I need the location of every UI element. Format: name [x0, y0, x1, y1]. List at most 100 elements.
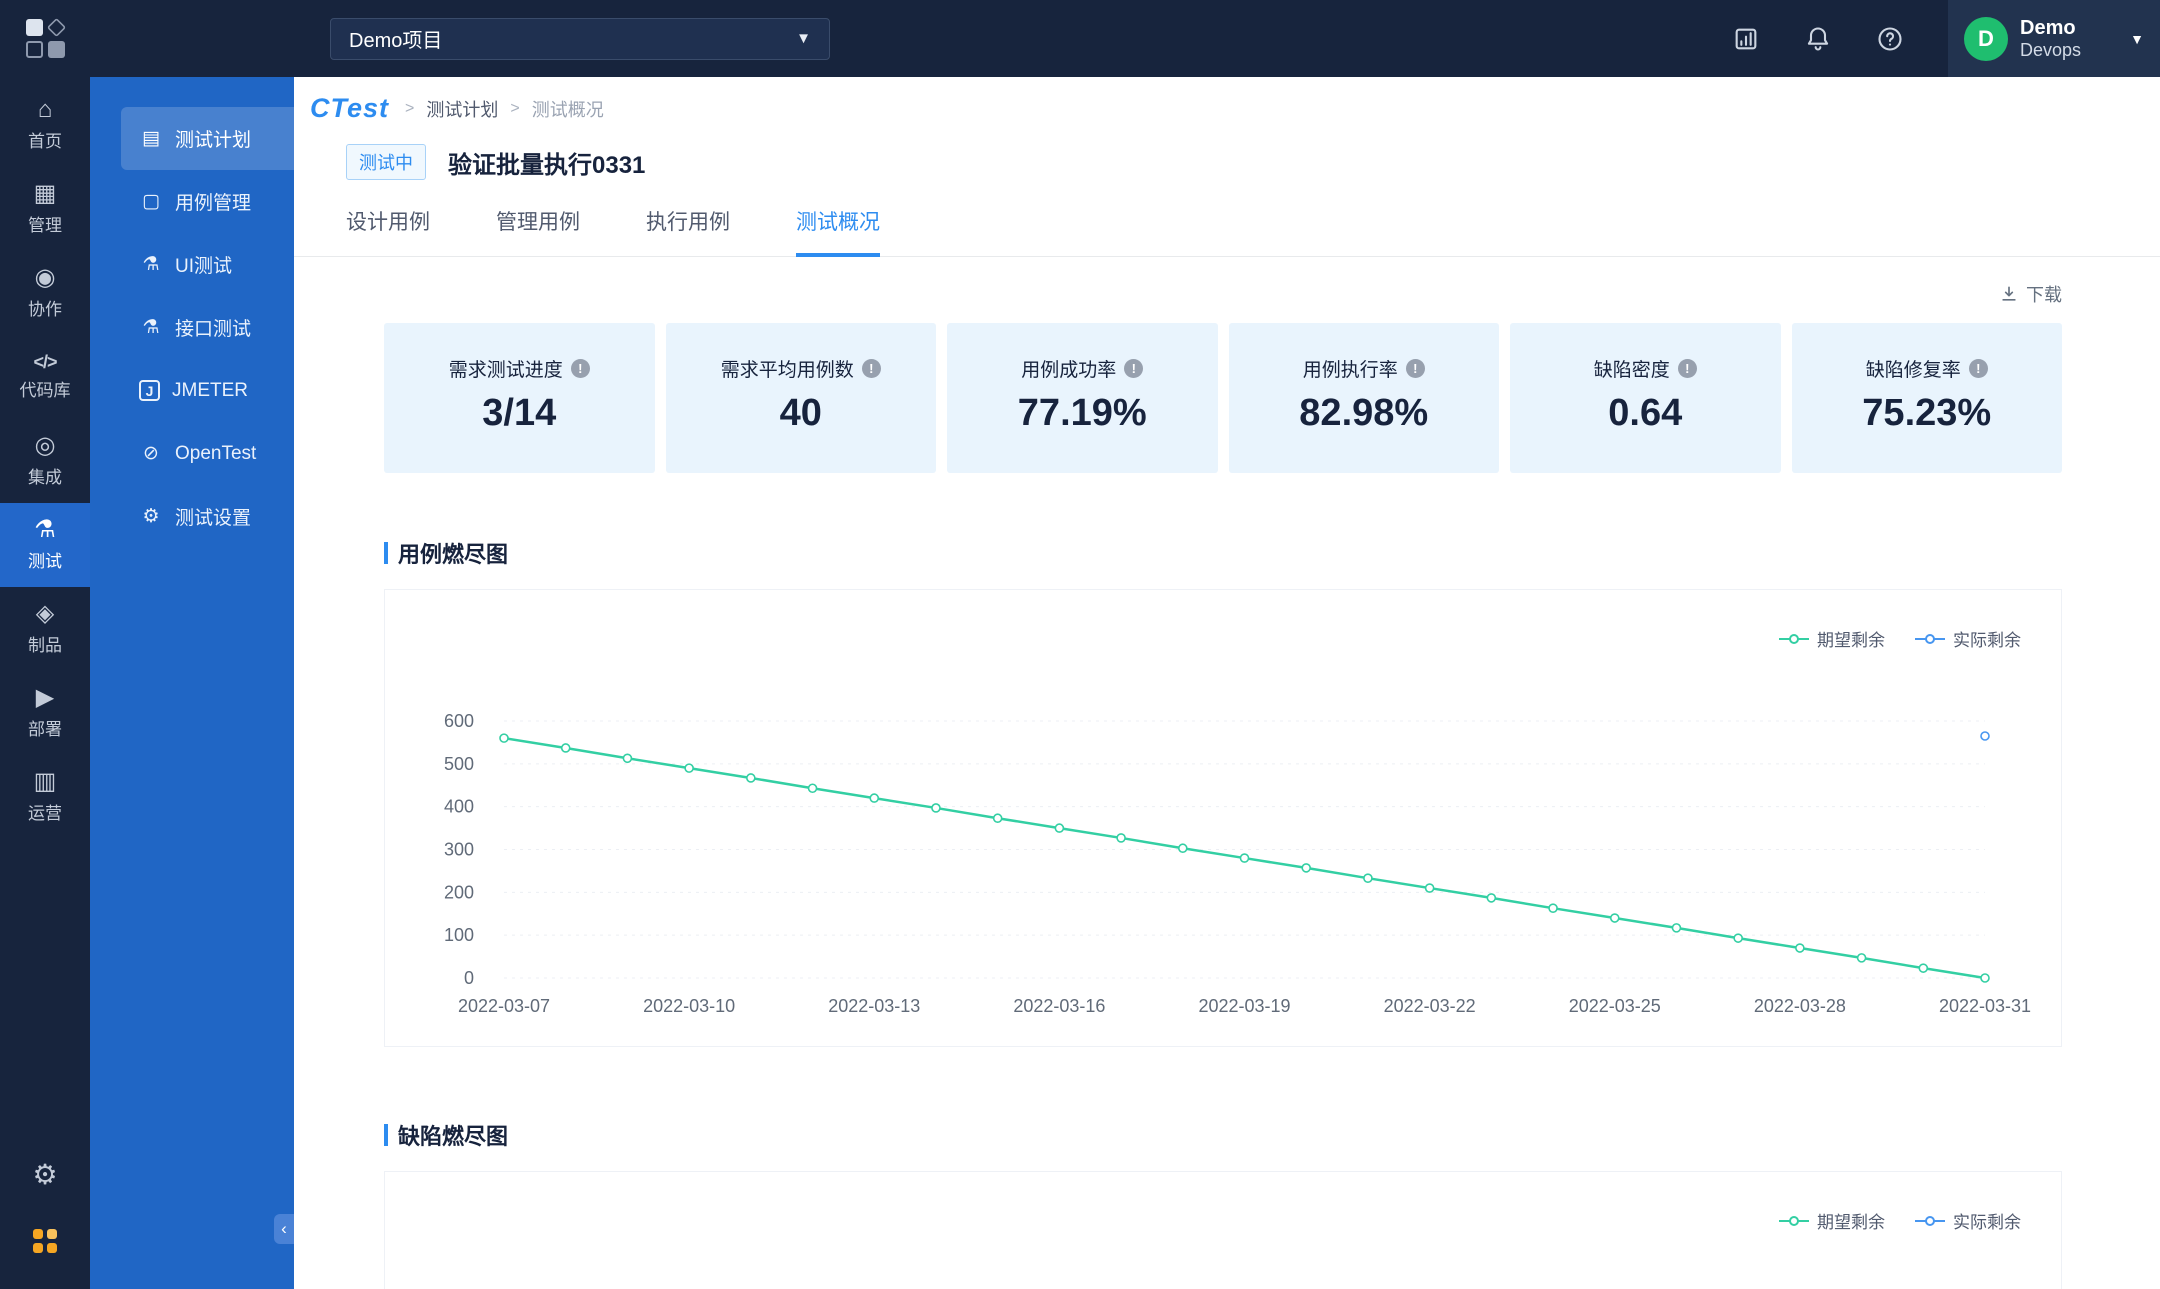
download-label: 下载: [2026, 285, 2062, 305]
sidebar-item-ops[interactable]: ▥ 运营: [0, 755, 90, 839]
user-org: Devops: [2020, 39, 2082, 60]
collapse-sidebar-button[interactable]: ‹: [274, 1214, 294, 1244]
info-icon[interactable]: !: [1677, 359, 1697, 378]
info-icon[interactable]: !: [1968, 359, 1988, 378]
bell-icon: [1807, 26, 1829, 51]
tab-manage-cases[interactable]: 管理用例: [496, 206, 580, 256]
stat-label: 用例成功率: [1021, 360, 1117, 381]
stat-label: 需求测试进度: [448, 360, 563, 381]
tab-design-cases[interactable]: 设计用例: [346, 206, 430, 256]
download-button[interactable]: 下载: [384, 281, 2062, 307]
stat-value: 77.19%: [1017, 392, 1147, 434]
sidebar-item-ui-test[interactable]: ⚗ UI测试: [121, 233, 294, 296]
svg-text:500: 500: [444, 754, 474, 774]
sidebar-item-integration[interactable]: ◎ 集成: [0, 419, 90, 503]
sidebar-item-label: UI测试: [175, 256, 233, 277]
code-icon: </>: [33, 352, 57, 372]
sidebar-item-label: 集成: [28, 468, 62, 487]
info-icon[interactable]: !: [570, 359, 590, 378]
sidebar-item-api-test[interactable]: ⚗ 接口测试: [121, 296, 294, 359]
case-management-icon: ▢: [142, 191, 160, 212]
svg-text:2022-03-10: 2022-03-10: [643, 996, 735, 1016]
case-burndown-chart: 期望剩余 实际剩余 0 100 200 300 400 500 600 2022-03-07 20…: [384, 589, 2062, 1047]
ctest-logo[interactable]: CTest: [310, 93, 389, 124]
stat-value: 40: [779, 392, 822, 434]
legend-label: 期望剩余: [1817, 1213, 1885, 1232]
dashboard-button[interactable]: [1732, 25, 1760, 53]
settings-button[interactable]: ⚙: [32, 1161, 57, 1189]
help-button[interactable]: [1876, 25, 1904, 53]
secondary-sidebar: ▤ 测试计划 ▢ 用例管理 ⚗ UI测试 ⚗ 接口测试 J JMETER ⊘ OpenTest ⚙ 测试设…: [90, 77, 294, 1289]
manage-icon: ▦: [33, 180, 57, 207]
user-menu[interactable]: D Demo Devops ▼: [1948, 0, 2160, 77]
defect-burndown-chart: 期望剩余 实际剩余: [384, 1171, 2062, 1289]
chart-canvas: 0 100 200 300 400 500 600 2022-03-07 2022-03-10 2…: [444, 711, 2031, 1016]
legend-line-icon: [1915, 1215, 1945, 1226]
breadcrumb-item[interactable]: 测试计划: [426, 96, 498, 122]
app-logo: [0, 17, 90, 58]
sidebar-item-label: 接口测试: [175, 319, 252, 340]
opentest-icon: ⊘: [143, 443, 159, 464]
legend-item[interactable]: 期望剩余: [1779, 626, 1885, 651]
svg-text:400: 400: [444, 797, 474, 817]
svg-text:100: 100: [444, 925, 474, 945]
app-logo-icon: [25, 17, 66, 58]
legend-item[interactable]: 实际剩余: [1915, 626, 2021, 651]
sidebar-item-code[interactable]: </> 代码库: [0, 335, 90, 419]
chevron-left-icon: ‹: [281, 1219, 287, 1238]
breadcrumb-item: 测试概况: [531, 99, 604, 120]
sidebar-item-opentest[interactable]: ⊘ OpenTest: [121, 422, 294, 485]
notifications-button[interactable]: [1804, 25, 1832, 53]
test-icon: ⚗: [34, 516, 56, 543]
tab-overview[interactable]: 测试概况: [796, 206, 880, 257]
sidebar-item-jmeter[interactable]: J JMETER: [121, 359, 294, 422]
test-settings-icon: ⚙: [142, 506, 160, 527]
sidebar-item-test-settings[interactable]: ⚙ 测试设置: [121, 485, 294, 548]
jmeter-icon: J: [139, 380, 160, 401]
gear-icon: ⚙: [32, 1159, 58, 1190]
svg-text:200: 200: [444, 882, 474, 902]
sidebar-item-deploy[interactable]: ▶ 部署: [0, 671, 90, 755]
topbar: Demo项目 ▼ D Demo Devops ▼: [0, 0, 2160, 77]
sidebar-item-manage[interactable]: ▦ 管理: [0, 167, 90, 251]
stat-card: 需求测试进度! 3/14: [384, 323, 655, 473]
tab-execute-cases[interactable]: 执行用例: [646, 206, 730, 256]
info-icon[interactable]: !: [1124, 359, 1144, 378]
breadcrumb-separator: >: [510, 99, 520, 117]
integration-icon: ◎: [34, 432, 56, 459]
apps-button[interactable]: [33, 1229, 57, 1253]
page-title: 验证批量执行0331: [448, 151, 646, 179]
stat-card: 缺陷密度! 0.64: [1510, 323, 1781, 473]
status-badge: 测试中: [346, 144, 426, 180]
title-accent-bar: [384, 542, 388, 564]
stat-label: 缺陷修复率: [1865, 360, 1961, 381]
legend-label: 实际剩余: [1953, 631, 2021, 650]
deploy-icon: ▶: [35, 684, 55, 711]
home-icon: ⌂: [37, 96, 53, 123]
stat-label: 用例执行率: [1302, 360, 1398, 381]
info-icon[interactable]: !: [1405, 359, 1425, 378]
title-accent-bar: [384, 1124, 388, 1146]
sidebar-item-label: 测试设置: [175, 508, 252, 529]
legend-item[interactable]: 期望剩余: [1779, 1208, 1885, 1233]
sidebar-item-test[interactable]: ⚗ 测试: [0, 503, 90, 587]
sidebar-item-artifact[interactable]: ◈ 制品: [0, 587, 90, 671]
sidebar-item-home[interactable]: ⌂ 首页: [0, 83, 90, 167]
info-icon[interactable]: !: [861, 359, 881, 378]
primary-sidebar: ⌂ 首页 ▦ 管理 ◉ 协作 </> 代码库 ◎ 集成 ⚗ 测试 ◈ 制品 ▶ 部署 ▥ 运营 ⚙: [0, 77, 90, 1289]
project-selector[interactable]: Demo项目 ▼: [330, 17, 830, 60]
defect-burndown-section-title: 缺陷燃尽图: [384, 1119, 2062, 1151]
user-name: Demo: [2020, 16, 2076, 39]
sidebar-item-case-management[interactable]: ▢ 用例管理: [121, 170, 294, 233]
sidebar-item-label: JMETER: [172, 379, 248, 401]
stat-value: 0.64: [1608, 392, 1683, 434]
legend-line-icon: [1779, 1215, 1809, 1226]
stat-value: 3/14: [482, 392, 557, 434]
sidebar-item-test-plan[interactable]: ▤ 测试计划: [121, 107, 294, 170]
dashboard-icon: [1735, 28, 1757, 49]
stat-value: 75.23%: [1862, 392, 1992, 434]
section-title: 用例燃尽图: [398, 542, 509, 567]
sidebar-item-collab[interactable]: ◉ 协作: [0, 251, 90, 335]
legend-line-icon: [1779, 633, 1809, 644]
legend-item[interactable]: 实际剩余: [1915, 1208, 2021, 1233]
